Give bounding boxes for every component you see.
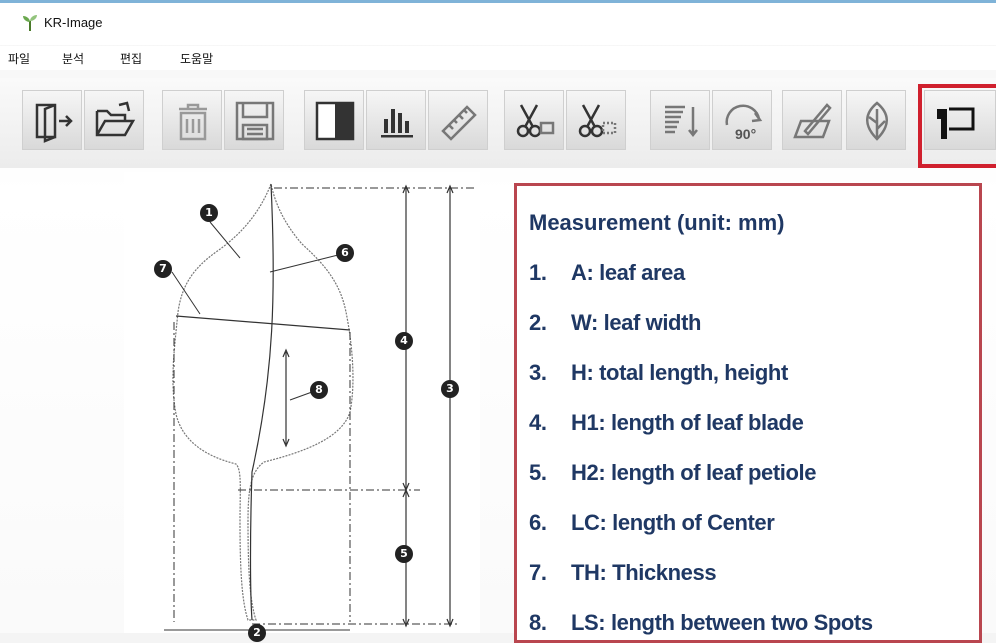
rotate-90-label: 90°	[735, 126, 756, 142]
sort-icon	[665, 105, 698, 138]
measurement-item: 1. A: leaf area	[529, 260, 685, 286]
measurement-item: 2. W: leaf width	[529, 310, 701, 336]
measurement-item-number: 5.	[529, 460, 547, 485]
marker-5: 5	[395, 545, 413, 563]
measurement-item-text: H2: length of leaf petiole	[571, 460, 817, 485]
menu-bar: 파일 분석 편집 도움말	[0, 46, 996, 70]
draw-icon	[793, 103, 832, 139]
menu-file[interactable]: 파일	[8, 50, 30, 67]
selected-tool-highlight	[918, 84, 996, 168]
open-folder-icon	[95, 101, 136, 137]
marker-4: 4	[395, 332, 413, 350]
delete-button[interactable]	[162, 90, 222, 150]
measurement-item: 5. H2: length of leaf petiole	[529, 460, 816, 486]
sort-button[interactable]	[650, 90, 710, 150]
measurement-panel: Measurement (unit: mm) 1. A: leaf area 2.…	[514, 183, 982, 643]
cut-area-button[interactable]	[566, 90, 626, 150]
toolbar: 90°	[0, 78, 996, 168]
cut-button[interactable]	[504, 90, 564, 150]
leaf-outline	[164, 181, 476, 631]
cut-area-icon	[578, 104, 617, 138]
measurement-item-number: 2.	[529, 310, 547, 335]
marker-8: 8	[310, 381, 328, 399]
measurement-item-text: W: leaf width	[571, 310, 702, 335]
measurement-item-number: 4.	[529, 410, 547, 435]
cut-icon	[516, 104, 555, 138]
histogram-icon	[381, 109, 413, 138]
measurement-item-number: 7.	[529, 560, 547, 585]
marker-1: 1	[200, 204, 218, 222]
rotate-90-button[interactable]: 90°	[712, 90, 772, 150]
measurement-item-number: 3.	[529, 360, 547, 385]
marker-3: 3	[441, 380, 459, 398]
delete-icon	[179, 103, 207, 141]
measurement-item-number: 8.	[529, 610, 547, 635]
contrast-button[interactable]	[304, 90, 364, 150]
measurement-item: 6. LC: length of Center	[529, 510, 775, 536]
app-sprout-icon	[23, 15, 37, 31]
contrast-icon	[315, 101, 355, 141]
ruler-icon	[441, 105, 477, 141]
save-button[interactable]	[224, 90, 284, 150]
measurement-title: Measurement (unit: mm)	[529, 210, 785, 235]
rotate-90-icon: 90°	[725, 104, 763, 142]
exit-icon	[35, 103, 73, 143]
ruler-button[interactable]	[428, 90, 488, 150]
menu-analysis[interactable]: 분석	[62, 50, 84, 67]
leaf-button[interactable]	[846, 90, 906, 150]
title-bar: KR-Image	[0, 0, 996, 45]
measurement-item-number: 6.	[529, 510, 547, 535]
histogram-button[interactable]	[366, 90, 426, 150]
measurement-item-text: H1: length of leaf blade	[571, 410, 804, 435]
measurement-item-text: TH: Thickness	[571, 560, 717, 585]
measurement-item-text: LC: length of Center	[571, 510, 775, 535]
measurement-item-text: A: leaf area	[571, 260, 685, 285]
open-folder-button[interactable]	[84, 90, 144, 150]
marker-7: 7	[154, 260, 172, 278]
measurement-item: 7. TH: Thickness	[529, 560, 717, 586]
measurement-item: 8. LS: length between two Spots	[529, 610, 873, 636]
measurement-item: 4. H1: length of leaf blade	[529, 410, 804, 436]
draw-button[interactable]	[782, 90, 842, 150]
menu-help[interactable]: 도움말	[180, 50, 213, 67]
leaf-icon	[866, 101, 888, 141]
marker-2: 2	[248, 624, 266, 642]
measurement-item-text: LS: length between two Spots	[571, 610, 873, 635]
measurement-item-text: H: total length, height	[571, 360, 788, 385]
exit-button[interactable]	[22, 90, 82, 150]
marker-6: 6	[336, 244, 354, 262]
menu-edit[interactable]: 편집	[120, 50, 142, 67]
leaf-diagram: 1 2 3 4 5 6 7 8	[124, 172, 480, 642]
measurement-item-number: 1.	[529, 260, 547, 285]
save-icon	[235, 101, 275, 141]
measurement-item: 3. H: total length, height	[529, 360, 788, 386]
app-title: KR-Image	[44, 15, 103, 30]
